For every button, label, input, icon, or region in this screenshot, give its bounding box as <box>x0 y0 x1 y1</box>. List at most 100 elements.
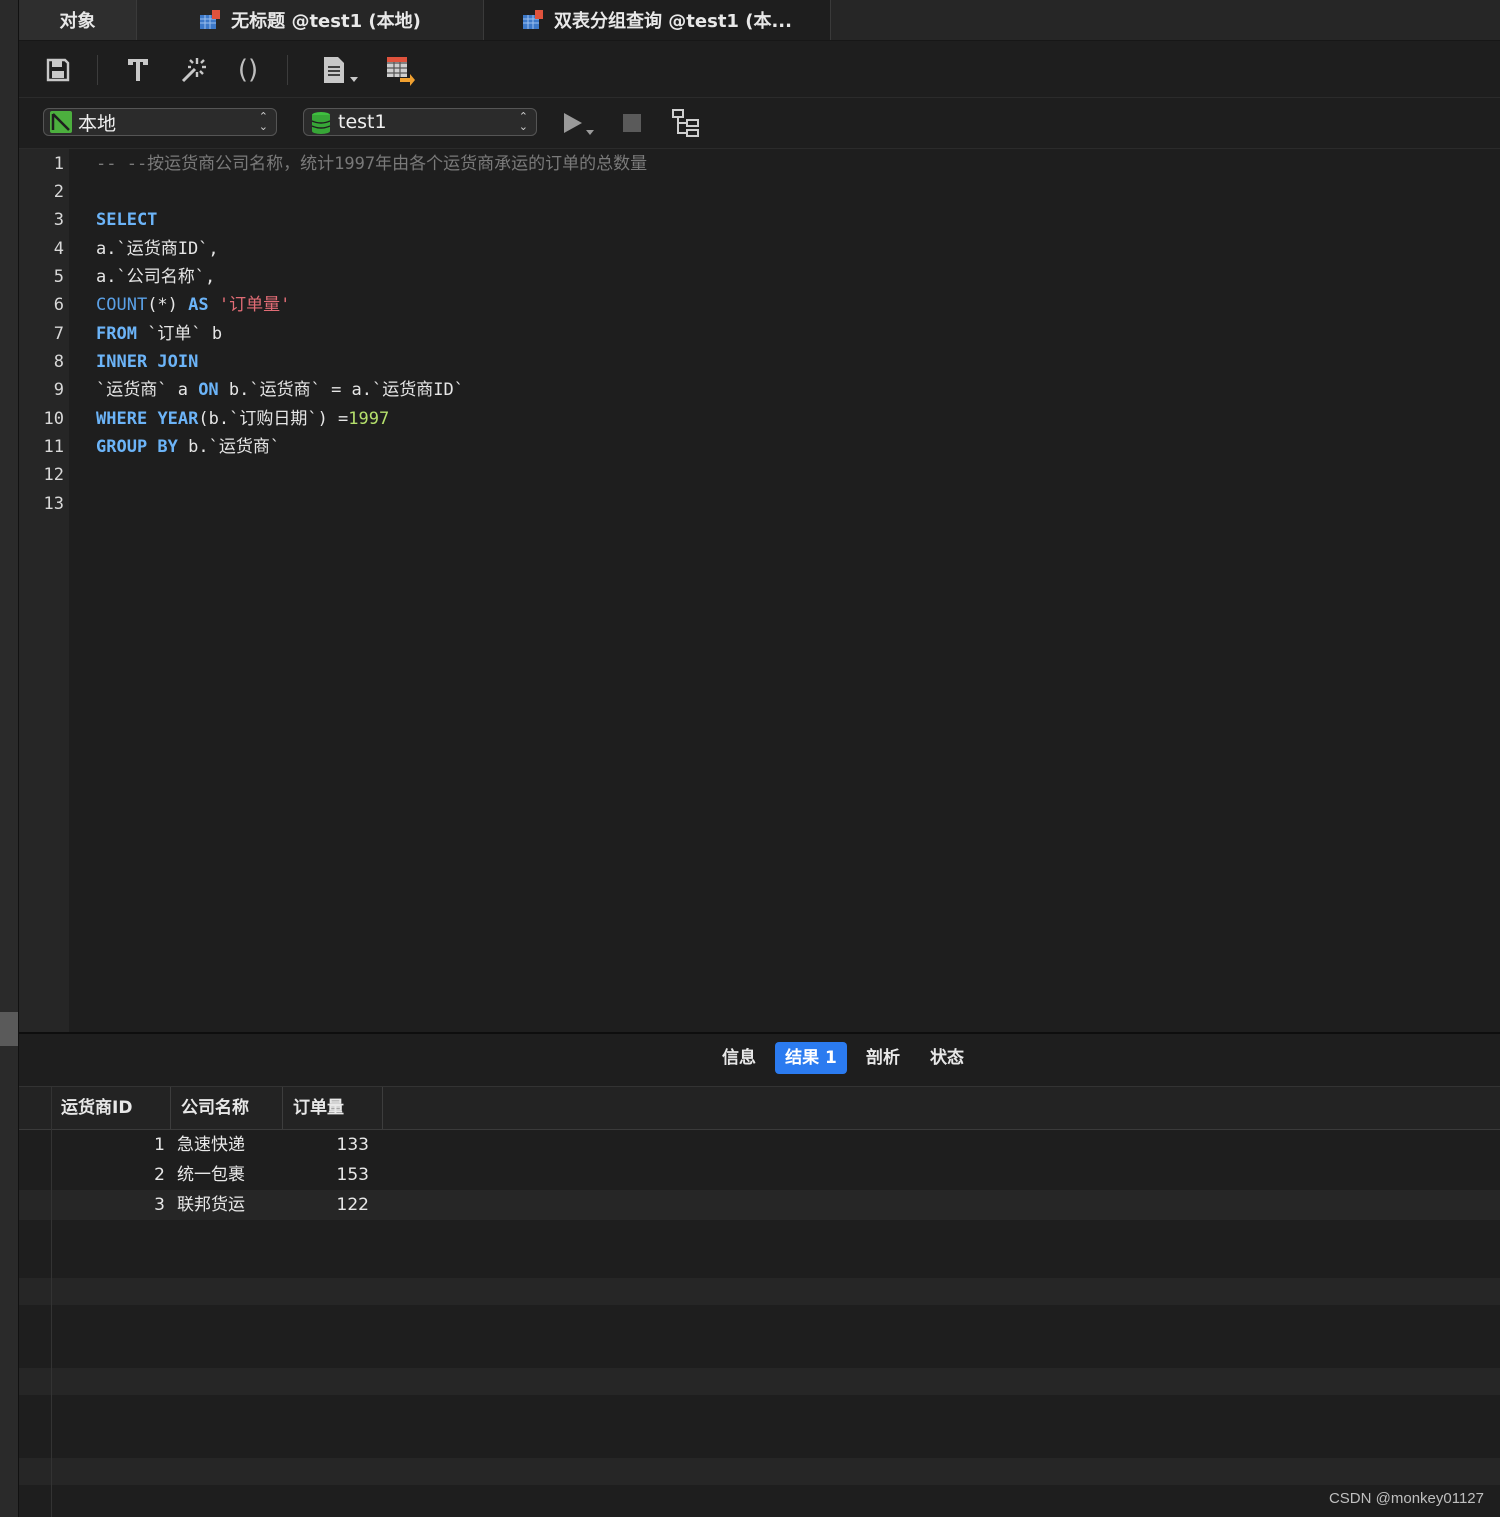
sql-code: GROUP BY b.`运货商` <box>96 433 280 461</box>
select-arrows-icon: ⌃ ⌄ <box>518 110 528 133</box>
line-number: 3 <box>53 210 64 230</box>
table-cell[interactable]: 联邦货运 <box>177 1190 277 1220</box>
save-button[interactable] <box>41 53 75 87</box>
table-cell[interactable]: 统一包裹 <box>177 1160 277 1190</box>
sql-code: a.`公司名称`, <box>96 267 216 287</box>
line-number: 4 <box>53 239 64 259</box>
code-line: 3 SELECT <box>19 206 1499 234</box>
tab-group-query[interactable]: 双表分组查询 @test1 (本... <box>484 0 831 40</box>
sql-function: COUNT <box>96 295 148 315</box>
sql-code: `运货商` a ON b.`运货商` = a.`运货商ID` <box>96 376 464 404</box>
tab-status[interactable]: 状态 <box>917 1042 977 1074</box>
line-number: 10 <box>43 409 64 429</box>
run-button[interactable] <box>557 106 601 140</box>
table-cell[interactable]: 153 <box>283 1160 369 1190</box>
left-edge-panel <box>0 0 19 1517</box>
line-number: 8 <box>53 352 64 372</box>
code-line: 7 FROM `订单` b <box>19 320 1499 348</box>
sql-args: (*) <box>147 295 189 315</box>
tab-bar: 对象 无标题 @test1 (本地) 双表分组查询 @test1 (本... <box>19 0 1500 41</box>
parentheses-button[interactable]: () <box>231 53 265 87</box>
sql-comment: -- --按运货商公司名称，统计1997年由各个运货商承运的订单的总数量 <box>96 154 648 174</box>
connection-bar: 本地 ⌃ ⌄ test1 ⌃ ⌄ <box>19 98 1500 149</box>
tree-structure-icon <box>672 109 699 137</box>
grid-header: 运货商ID 公司名称 订单量 <box>19 1087 1500 1130</box>
table-cell[interactable]: 3 <box>51 1190 165 1220</box>
sql-code: a.`运货商ID`, <box>96 239 219 259</box>
table-cell[interactable]: 2 <box>51 1160 165 1190</box>
sql-keyword: SELECT <box>96 210 158 230</box>
table-cell[interactable]: 1 <box>51 1130 165 1160</box>
beautify-button[interactable] <box>175 53 209 87</box>
empty-row <box>19 1458 1500 1485</box>
code-line: 2 <box>19 178 1499 206</box>
sql-keyword: FROM <box>96 324 137 344</box>
database-icon <box>310 111 332 134</box>
select-arrows-icon: ⌃ ⌄ <box>258 110 268 133</box>
editor-toolbar: () <box>19 41 1500 98</box>
sql-keyword: INNER JOIN <box>96 352 199 372</box>
column-header[interactable]: 订单量 <box>283 1087 383 1129</box>
server-select-value: 本地 <box>78 112 117 135</box>
tab-info[interactable]: 信息 <box>709 1042 769 1074</box>
line-number: 11 <box>43 437 64 457</box>
table-row[interactable]: 3 联邦货运 122 <box>19 1190 1500 1220</box>
row-selector-header[interactable] <box>19 1087 52 1129</box>
line-number: 1 <box>53 154 64 174</box>
export-button[interactable] <box>383 53 417 87</box>
table-cell[interactable]: 急速快递 <box>177 1130 277 1160</box>
format-button[interactable] <box>121 53 155 87</box>
toolbar-separator <box>97 55 98 85</box>
tab-group-query-label: 双表分组查询 @test1 (本... <box>554 11 792 32</box>
connection-icon <box>50 111 72 133</box>
line-number: 6 <box>53 295 64 315</box>
sql-editor[interactable]: 1 -- --按运货商公司名称，统计1997年由各个运货商承运的订单的总数量 2… <box>19 149 1500 1032</box>
result-grid: 运货商ID 公司名称 订单量 1 急速快递 133 2 统一包裹 153 3 联… <box>19 1087 1500 1517</box>
code-line: 9 `运货商` a ON b.`运货商` = a.`运货商ID` <box>19 376 1499 404</box>
save-icon <box>46 58 70 82</box>
sql-text: (b.`订购日期`) = <box>198 409 349 429</box>
tab-objects-label: 对象 <box>59 11 96 32</box>
tab-objects[interactable]: 对象 <box>19 0 137 40</box>
tab-untitled-query-label: 无标题 @test1 (本地) <box>231 11 421 32</box>
database-select-value: test1 <box>338 111 387 133</box>
sql-text: `运货商` a <box>96 380 199 400</box>
table-cell[interactable]: 133 <box>283 1130 369 1160</box>
tab-untitled-query[interactable]: 无标题 @test1 (本地) <box>137 0 484 40</box>
text-format-icon <box>128 59 148 81</box>
left-scroll-thumb[interactable] <box>0 1012 18 1046</box>
code-line: 8 INNER JOIN <box>19 348 1499 376</box>
stop-button[interactable] <box>615 106 649 140</box>
code-line: 4 a.`运货商ID`, <box>19 235 1499 263</box>
watermark: CSDN @monkey01127 <box>1328 1490 1484 1507</box>
code-line: 12 <box>19 461 1499 489</box>
server-select[interactable]: 本地 ⌃ ⌄ <box>43 108 277 136</box>
code-line: 1 -- --按运货商公司名称，统计1997年由各个运货商承运的订单的总数量 <box>19 150 1499 178</box>
toolbar-separator <box>287 55 288 85</box>
magic-wand-icon <box>181 58 206 83</box>
line-number: 2 <box>53 182 64 202</box>
tab-result-1[interactable]: 结果 1 <box>775 1042 847 1074</box>
code-line: 10 WHERE YEAR(b.`订购日期`) =1997 <box>19 405 1499 433</box>
sql-code: FROM `订单` b <box>96 320 222 348</box>
table-cell[interactable]: 122 <box>283 1190 369 1220</box>
row-selector-border <box>51 1129 52 1517</box>
column-header[interactable]: 运货商ID <box>51 1087 171 1129</box>
column-header[interactable]: 公司名称 <box>171 1087 283 1129</box>
code-line: 13 <box>19 490 1499 518</box>
document-icon <box>324 57 358 83</box>
snippet-button[interactable] <box>315 53 365 87</box>
stop-icon <box>623 114 641 132</box>
explain-button[interactable] <box>669 106 703 140</box>
table-row[interactable]: 1 急速快递 133 <box>19 1130 1500 1160</box>
sql-text: `订单` b <box>136 324 223 344</box>
sql-text: b.`运货商` = a.`运货商ID` <box>218 380 464 400</box>
code-line: 11 GROUP BY b.`运货商` <box>19 433 1499 461</box>
line-number: 5 <box>53 267 64 287</box>
play-icon <box>564 113 594 135</box>
parentheses-icon: () <box>237 55 259 85</box>
sql-code: COUNT(*) AS '订单量' <box>96 291 290 319</box>
database-select[interactable]: test1 ⌃ ⌄ <box>303 108 537 136</box>
table-row[interactable]: 2 统一包裹 153 <box>19 1160 1500 1190</box>
tab-profile[interactable]: 剖析 <box>853 1042 913 1074</box>
